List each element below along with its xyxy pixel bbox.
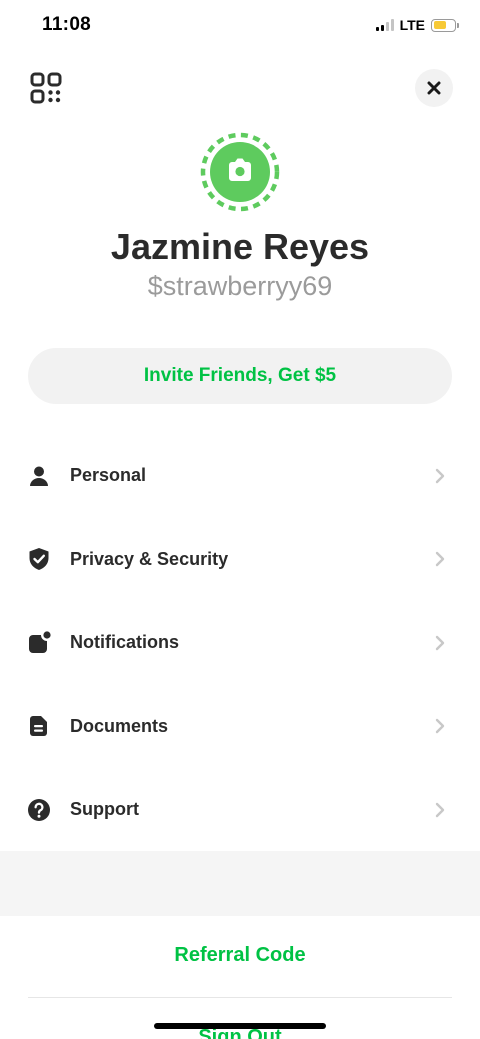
cashtag: $strawberryy69: [147, 271, 333, 301]
referral-code-button[interactable]: Referral Code: [0, 944, 480, 967]
shield-check-icon: [27, 547, 51, 571]
avatar-upload-button[interactable]: [200, 132, 280, 212]
network-type: LTE: [399, 17, 425, 33]
menu-item-label: Documents: [70, 715, 169, 736]
status-time: 11:08: [42, 14, 92, 35]
chevron-right-icon: [435, 552, 445, 567]
document-icon: [27, 714, 51, 738]
chevron-right-icon: [435, 468, 445, 483]
qr-code-icon: [30, 72, 62, 104]
chevron-right-icon: [435, 635, 445, 650]
qr-code-button[interactable]: [30, 72, 62, 104]
menu-item-personal[interactable]: Personal: [0, 434, 480, 518]
close-button[interactable]: [415, 69, 453, 107]
menu-item-documents[interactable]: Documents: [0, 685, 480, 769]
menu-item-label: Privacy & Security: [70, 548, 229, 569]
status-bar: 11:08 LTE: [0, 0, 480, 52]
menu-item-support[interactable]: Support: [0, 768, 480, 852]
status-indicators: LTE: [375, 17, 459, 33]
divider: [28, 997, 452, 998]
chevron-right-icon: [435, 802, 445, 817]
cellular-signal-icon: [375, 19, 394, 31]
notification-badge-icon: [27, 631, 51, 655]
invite-label: Invite Friends, Get $5: [143, 365, 337, 386]
chevron-right-icon: [435, 719, 445, 734]
close-icon: [427, 81, 441, 95]
account-screen: 11:08 LTE Jazmine Reyes $strawberryy69 I…: [0, 0, 480, 1039]
help-circle-icon: [27, 798, 51, 822]
person-icon: [27, 464, 51, 488]
menu-item-label: Support: [70, 799, 139, 820]
battery-icon: [431, 18, 459, 32]
invite-friends-button[interactable]: Invite Friends, Get $5: [28, 348, 452, 404]
profile-name: Jazmine Reyes: [110, 226, 370, 267]
menu-item-label: Personal: [70, 465, 147, 486]
menu-item-label: Notifications: [70, 632, 180, 653]
home-indicator: [154, 1023, 326, 1029]
section-separator: [0, 851, 480, 916]
menu-item-privacy-security[interactable]: Privacy & Security: [0, 518, 480, 602]
settings-menu: Personal Privacy & Security Notification…: [0, 434, 480, 852]
camera-icon: [200, 132, 280, 212]
menu-item-notifications[interactable]: Notifications: [0, 601, 480, 685]
